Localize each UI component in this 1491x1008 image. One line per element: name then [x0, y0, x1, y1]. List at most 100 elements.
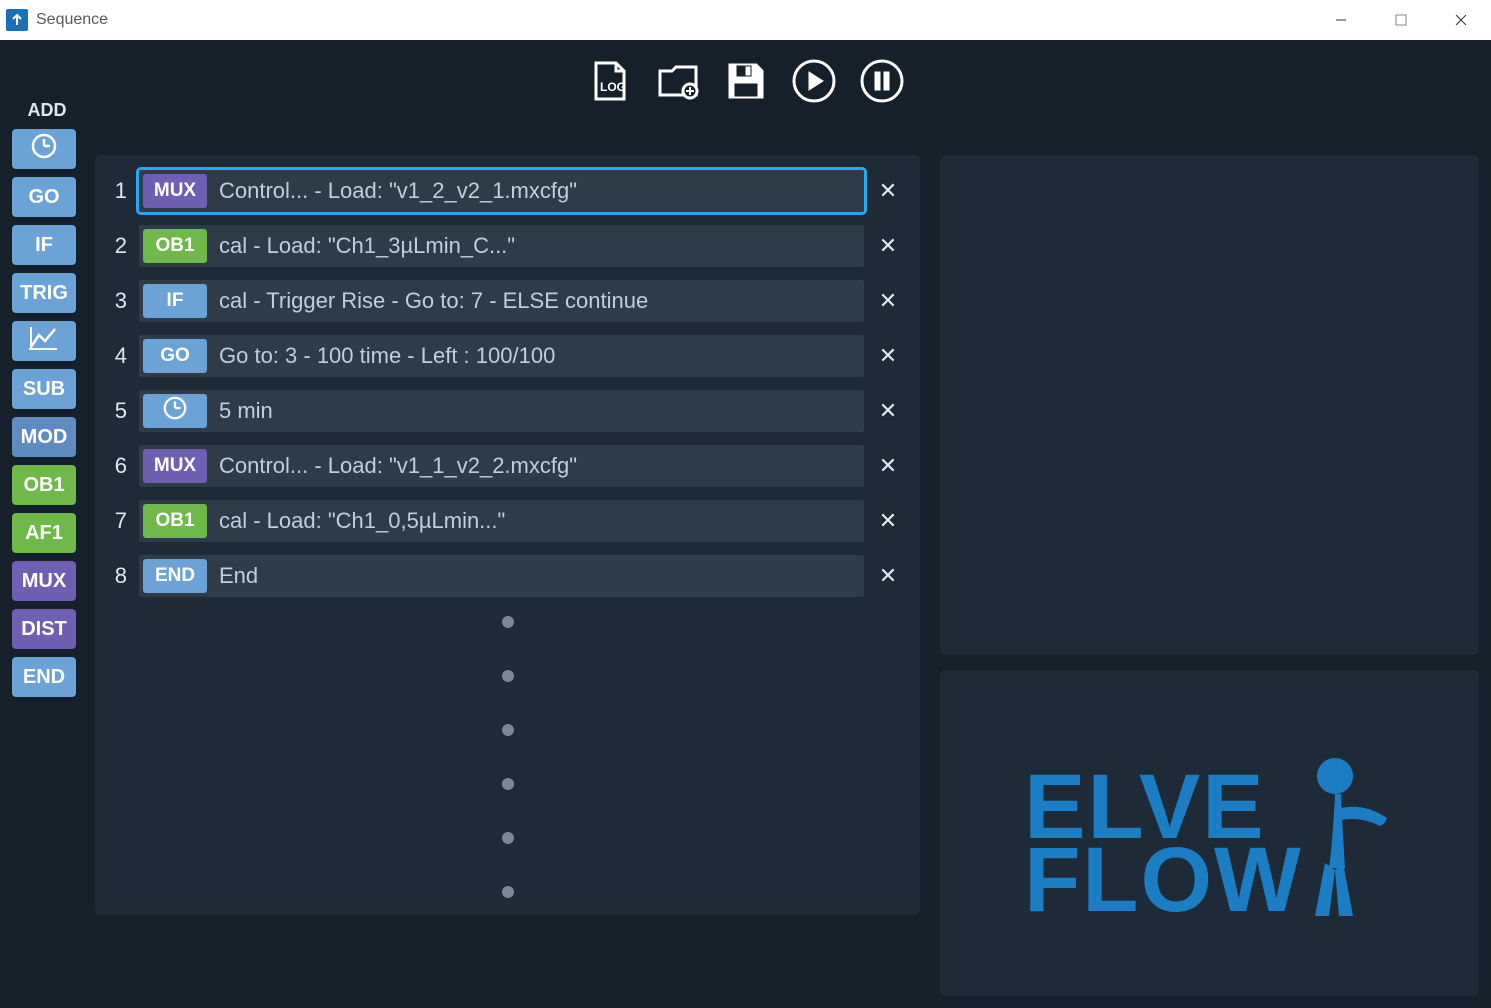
- delete-step-button[interactable]: ✕: [870, 448, 906, 484]
- graph-icon: [29, 325, 59, 357]
- step-tag-label: OB1: [155, 235, 194, 257]
- add-MUX-button[interactable]: MUX: [12, 561, 76, 601]
- step-row: 8 END End ✕: [109, 554, 906, 598]
- save-button[interactable]: [721, 56, 771, 106]
- add-END-button[interactable]: END: [12, 657, 76, 697]
- svg-text:LOG: LOG: [600, 80, 626, 94]
- drop-slot[interactable]: [502, 670, 514, 682]
- step-body[interactable]: GOGo to: 3 - 100 time - Left : 100/100: [139, 335, 864, 377]
- step-number: 4: [109, 343, 139, 369]
- add-clock-button[interactable]: [12, 129, 76, 169]
- add-graph-button[interactable]: [12, 321, 76, 361]
- delete-step-button[interactable]: ✕: [870, 503, 906, 539]
- step-tag: MUX: [143, 449, 207, 483]
- play-button[interactable]: [789, 56, 839, 106]
- step-tag-label: IF: [167, 290, 184, 312]
- step-row: 2 OB1 cal - Load: "Ch1_3µLmin_C..." ✕: [109, 224, 906, 268]
- step-row: 1MUXControl... - Load: "v1_2_v2_1.mxcfg"…: [109, 169, 906, 213]
- step-row: 6MUXControl... - Load: "v1_1_v2_2.mxcfg"…: [109, 444, 906, 488]
- logo-line2: FLOW: [1024, 844, 1303, 918]
- step-tag: IF: [143, 284, 207, 318]
- sidebar-title: ADD: [12, 100, 82, 121]
- step-body[interactable]: IF cal - Trigger Rise - Go to: 7 - ELSE c…: [139, 280, 864, 322]
- step-number: 2: [109, 233, 139, 259]
- logo-panel: ELVE FLOW: [940, 670, 1479, 996]
- delete-step-button[interactable]: ✕: [870, 338, 906, 374]
- drop-slot[interactable]: [502, 778, 514, 790]
- minimize-button[interactable]: [1311, 0, 1371, 40]
- detail-panel: [940, 155, 1479, 655]
- add-SUB-button[interactable]: SUB: [12, 369, 76, 409]
- step-number: 5: [109, 398, 139, 424]
- close-icon: ✕: [879, 398, 897, 424]
- step-tag-label: END: [155, 565, 195, 587]
- titlebar: Sequence: [0, 0, 1491, 40]
- step-tag: MUX: [143, 174, 207, 208]
- sidebar-item-label: IF: [35, 234, 53, 257]
- window-title: Sequence: [36, 11, 108, 29]
- step-description: cal - Load: "Ch1_0,5µLmin...": [219, 508, 864, 534]
- step-number: 3: [109, 288, 139, 314]
- sidebar-item-label: MUX: [22, 570, 66, 593]
- delete-step-button[interactable]: ✕: [870, 393, 906, 429]
- step-body[interactable]: 5 min: [139, 390, 864, 432]
- maximize-button[interactable]: [1371, 0, 1431, 40]
- drop-slot[interactable]: [502, 832, 514, 844]
- step-body[interactable]: OB1 cal - Load: "Ch1_0,5µLmin...": [139, 500, 864, 542]
- sidebar-item-label: AF1: [25, 522, 63, 545]
- step-description: cal - Trigger Rise - Go to: 7 - ELSE con…: [219, 288, 864, 314]
- close-button[interactable]: [1431, 0, 1491, 40]
- step-tag: END: [143, 559, 207, 593]
- delete-step-button[interactable]: ✕: [870, 558, 906, 594]
- step-number: 6: [109, 453, 139, 479]
- sidebar-item-label: END: [23, 666, 65, 689]
- sidebar-item-label: SUB: [23, 378, 65, 401]
- add-TRIG-button[interactable]: TRIG: [12, 273, 76, 313]
- step-number: 8: [109, 563, 139, 589]
- step-body[interactable]: OB1 cal - Load: "Ch1_3µLmin_C...": [139, 225, 864, 267]
- elveflow-logo: ELVE FLOW: [1024, 748, 1395, 918]
- step-body[interactable]: END End: [139, 555, 864, 597]
- step-description: cal - Load: "Ch1_3µLmin_C...": [219, 233, 864, 259]
- close-icon: ✕: [879, 343, 897, 369]
- step-description: 5 min: [219, 398, 864, 424]
- step-tag: [143, 394, 207, 428]
- drop-slots: [109, 616, 906, 898]
- log-button[interactable]: LOG: [585, 56, 635, 106]
- step-tag: GO: [143, 339, 207, 373]
- add-IF-button[interactable]: IF: [12, 225, 76, 265]
- add-sidebar: ADD GO IF TRIG SUB MOD OB1 AF1 MUX DIST END: [12, 100, 82, 705]
- drop-slot[interactable]: [502, 616, 514, 628]
- delete-step-button[interactable]: ✕: [870, 283, 906, 319]
- open-folder-button[interactable]: [653, 56, 703, 106]
- clock-icon: [30, 132, 58, 166]
- step-tag-label: OB1: [155, 510, 194, 532]
- close-icon: ✕: [879, 233, 897, 259]
- step-tag-label: GO: [160, 345, 190, 367]
- add-AF1-button[interactable]: AF1: [12, 513, 76, 553]
- drop-slot[interactable]: [502, 886, 514, 898]
- sidebar-item-label: MOD: [21, 426, 68, 449]
- add-MOD-button[interactable]: MOD: [12, 417, 76, 457]
- add-OB1-button[interactable]: OB1: [12, 465, 76, 505]
- drop-slot[interactable]: [502, 724, 514, 736]
- step-body[interactable]: MUXControl... - Load: "v1_2_v2_1.mxcfg": [139, 170, 864, 212]
- clock-icon: [162, 395, 188, 427]
- close-icon: ✕: [879, 563, 897, 589]
- close-icon: ✕: [879, 288, 897, 314]
- add-GO-button[interactable]: GO: [12, 177, 76, 217]
- add-DIST-button[interactable]: DIST: [12, 609, 76, 649]
- close-icon: ✕: [879, 178, 897, 204]
- sequence-panel: 1MUXControl... - Load: "v1_2_v2_1.mxcfg"…: [95, 155, 920, 915]
- pause-button[interactable]: [857, 56, 907, 106]
- delete-step-button[interactable]: ✕: [870, 173, 906, 209]
- step-row: 4GOGo to: 3 - 100 time - Left : 100/100 ✕: [109, 334, 906, 378]
- delete-step-button[interactable]: ✕: [870, 228, 906, 264]
- top-toolbar: LOG: [0, 40, 1491, 110]
- sidebar-item-label: OB1: [23, 474, 64, 497]
- step-description: End: [219, 563, 864, 589]
- step-body[interactable]: MUXControl... - Load: "v1_1_v2_2.mxcfg": [139, 445, 864, 487]
- step-tag: OB1: [143, 229, 207, 263]
- step-tag-label: MUX: [154, 455, 196, 477]
- close-icon: ✕: [879, 508, 897, 534]
